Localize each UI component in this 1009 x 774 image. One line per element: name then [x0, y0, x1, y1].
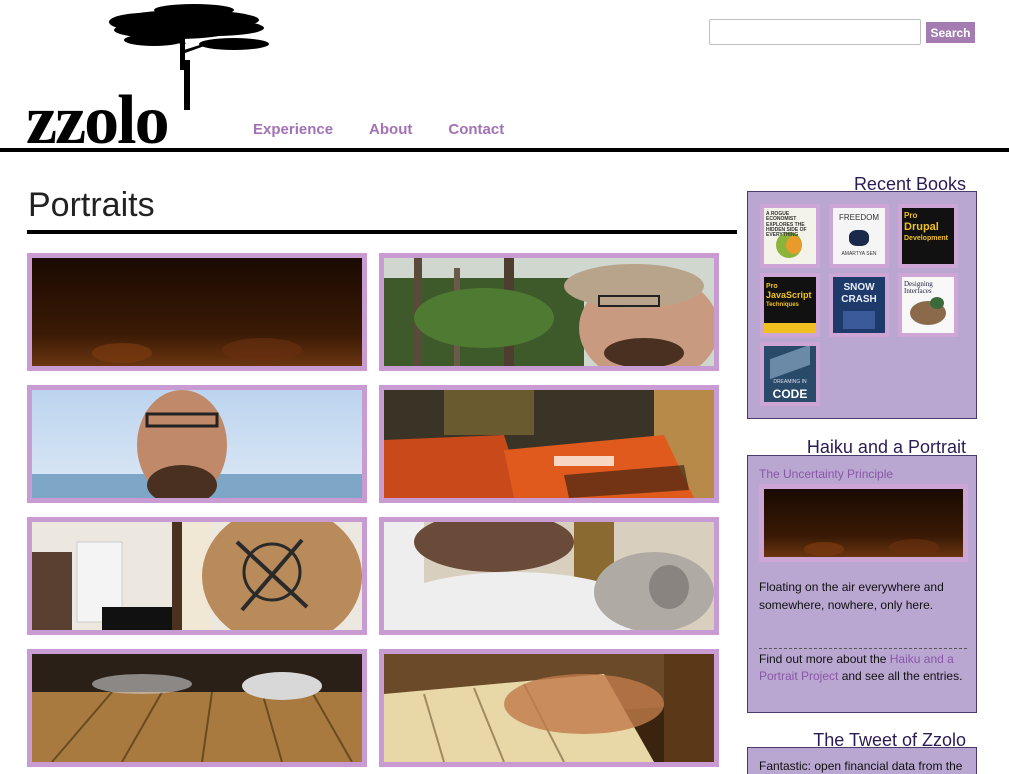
- site-logo[interactable]: zzolo: [24, 0, 284, 156]
- page-title: Portraits: [28, 186, 155, 224]
- haiku-more-suffix: and see all the entries.: [838, 669, 963, 683]
- haiku-entry-link[interactable]: The Uncertainty Principle: [759, 467, 893, 481]
- main-nav: Experience About Contact: [253, 121, 504, 138]
- logo-wordmark: zzolo: [26, 82, 170, 159]
- tweet-text: Fantastic: open financial data from the: [759, 759, 963, 773]
- man-with-cat-image: [384, 522, 714, 630]
- portrait-thumbnail[interactable]: [379, 649, 719, 767]
- book-cover[interactable]: SNOW CRASH: [829, 273, 889, 337]
- portrait-thumbnail[interactable]: [27, 517, 367, 635]
- book-cover[interactable]: A ROGUE ECONOMIST EXPLORES THE HIDDEN SI…: [760, 204, 820, 268]
- haiku-portrait-image[interactable]: [759, 484, 968, 562]
- haiku-more-text: Find out more about the Haiku and a Port…: [759, 651, 969, 685]
- nav-contact[interactable]: Contact: [448, 121, 504, 138]
- search-input[interactable]: [709, 19, 921, 45]
- tattoo-image: [32, 522, 362, 630]
- portrait-thumbnail[interactable]: [27, 385, 367, 503]
- feet-on-floor-image: [32, 654, 362, 762]
- haiku-divider: [759, 648, 967, 649]
- search-button[interactable]: Search: [926, 22, 975, 43]
- book-cover[interactable]: DREAMING IN CODE: [760, 342, 820, 406]
- fireplace-image: [32, 258, 362, 366]
- haiku-more-prefix: Find out more about the: [759, 652, 890, 666]
- tweet-box: Fantastic: open financial data from the: [747, 747, 977, 774]
- man-with-cap-image: [384, 258, 714, 366]
- haiku-box: The Uncertainty Principle Floating on th…: [747, 455, 977, 713]
- portrait-thumbnail[interactable]: [379, 517, 719, 635]
- piano-hands-image: [384, 654, 714, 762]
- magazines-image: [384, 390, 714, 498]
- nav-about[interactable]: About: [369, 121, 412, 138]
- portrait-thumbnail[interactable]: [379, 253, 719, 371]
- portrait-thumbnail[interactable]: [27, 253, 367, 371]
- haiku-poem: Floating on the air everywhere and somew…: [759, 580, 944, 612]
- title-divider: [27, 230, 737, 234]
- man-by-sea-image: [32, 390, 362, 498]
- book-cover[interactable]: Designing Interfaces: [898, 273, 958, 337]
- book-cover[interactable]: FREEDOM AMARTYA SEN: [829, 204, 889, 268]
- book-cover[interactable]: Pro Drupal Development: [898, 204, 958, 268]
- book-cover[interactable]: Pro JavaScript Techniques: [760, 273, 820, 337]
- portrait-thumbnail[interactable]: [27, 649, 367, 767]
- header-divider: [0, 148, 1009, 152]
- nav-experience[interactable]: Experience: [253, 121, 333, 138]
- recent-books-box: A ROGUE ECONOMIST EXPLORES THE HIDDEN SI…: [747, 191, 977, 419]
- portrait-thumbnail[interactable]: [379, 385, 719, 503]
